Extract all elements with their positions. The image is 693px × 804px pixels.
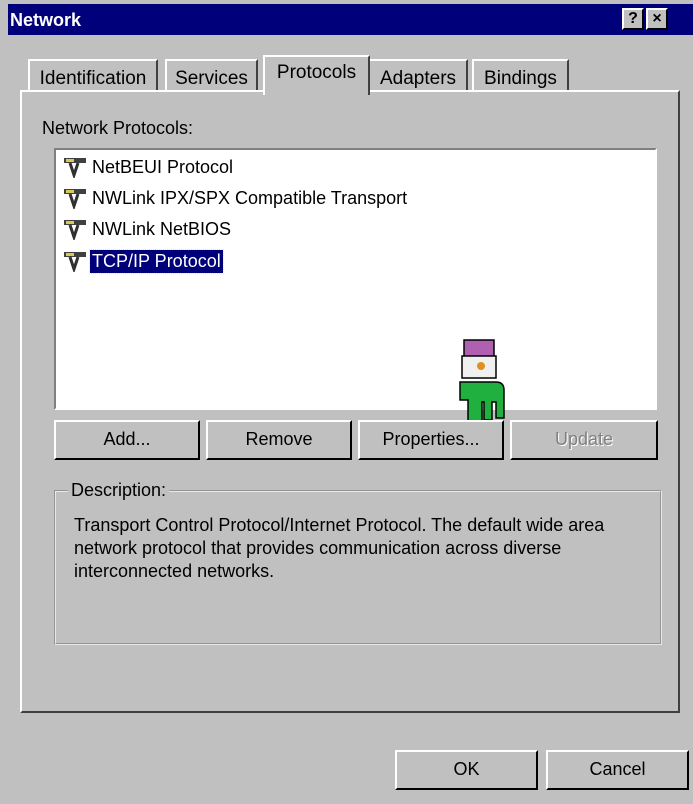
network-protocol-icon — [64, 252, 86, 272]
title-bar[interactable]: Network ? × — [8, 4, 693, 35]
network-protocol-icon — [64, 220, 86, 240]
remove-button[interactable]: Remove — [206, 420, 352, 460]
ok-button[interactable]: OK — [395, 750, 538, 790]
tab-label: Protocols — [276, 62, 357, 83]
tab-services[interactable]: Services — [165, 59, 258, 90]
description-legend: Description: — [68, 480, 170, 501]
tab-identification[interactable]: Identification — [28, 59, 158, 90]
add-label: Add... — [103, 429, 151, 449]
ok-label: OK — [453, 759, 480, 779]
list-item[interactable]: NetBEUI Protocol — [62, 154, 235, 180]
properties-button[interactable]: Properties... — [358, 420, 504, 460]
tab-protocols[interactable]: Protocols — [263, 55, 370, 95]
tab-strip: Identification Services Protocols Adapte… — [28, 55, 648, 95]
protocols-heading: Network Protocols: — [42, 118, 194, 138]
tab-label: Services — [175, 68, 248, 89]
item-label: NWLink NetBIOS — [92, 218, 232, 239]
item-label: TCP/IP Protocol — [89, 248, 224, 274]
help-button[interactable]: ? — [622, 8, 644, 30]
description-group: Description: Transport Control Protocol/… — [54, 480, 662, 645]
list-item[interactable]: NWLink IPX/SPX Compatible Transport — [62, 185, 409, 211]
cancel-label: Cancel — [589, 759, 646, 779]
tab-adapters[interactable]: Adapters — [368, 59, 468, 90]
cancel-button[interactable]: Cancel — [546, 750, 689, 790]
tab-label: Identification — [39, 68, 147, 89]
network-protocol-icon — [64, 189, 86, 209]
window-title: Network — [10, 10, 82, 30]
remove-label: Remove — [245, 429, 313, 449]
protocols-panel: Network Protocols: NetBEUI Protocol NWLi… — [20, 90, 680, 713]
add-button[interactable]: Add... — [54, 420, 200, 460]
tab-label: Adapters — [379, 68, 457, 89]
item-label: NWLink IPX/SPX Compatible Transport — [92, 187, 408, 208]
item-label: NetBEUI Protocol — [92, 156, 234, 177]
list-item-selected[interactable]: TCP/IP Protocol — [62, 248, 224, 274]
description-text: Transport Control Protocol/Internet Prot… — [74, 515, 605, 581]
update-button: Update — [510, 420, 658, 460]
tab-bindings[interactable]: Bindings — [472, 59, 569, 90]
tab-label: Bindings — [484, 68, 557, 89]
properties-label: Properties... — [382, 429, 480, 449]
network-protocol-icon — [64, 158, 86, 178]
close-button[interactable]: × — [646, 8, 668, 30]
protocol-list[interactable]: NetBEUI Protocol NWLink IPX/SPX Compatib… — [54, 148, 657, 455]
list-item[interactable]: NWLink NetBIOS — [62, 216, 233, 242]
network-dialog: Network ? × Identification Services Prot… — [0, 0, 693, 804]
update-label: Update — [554, 429, 614, 449]
